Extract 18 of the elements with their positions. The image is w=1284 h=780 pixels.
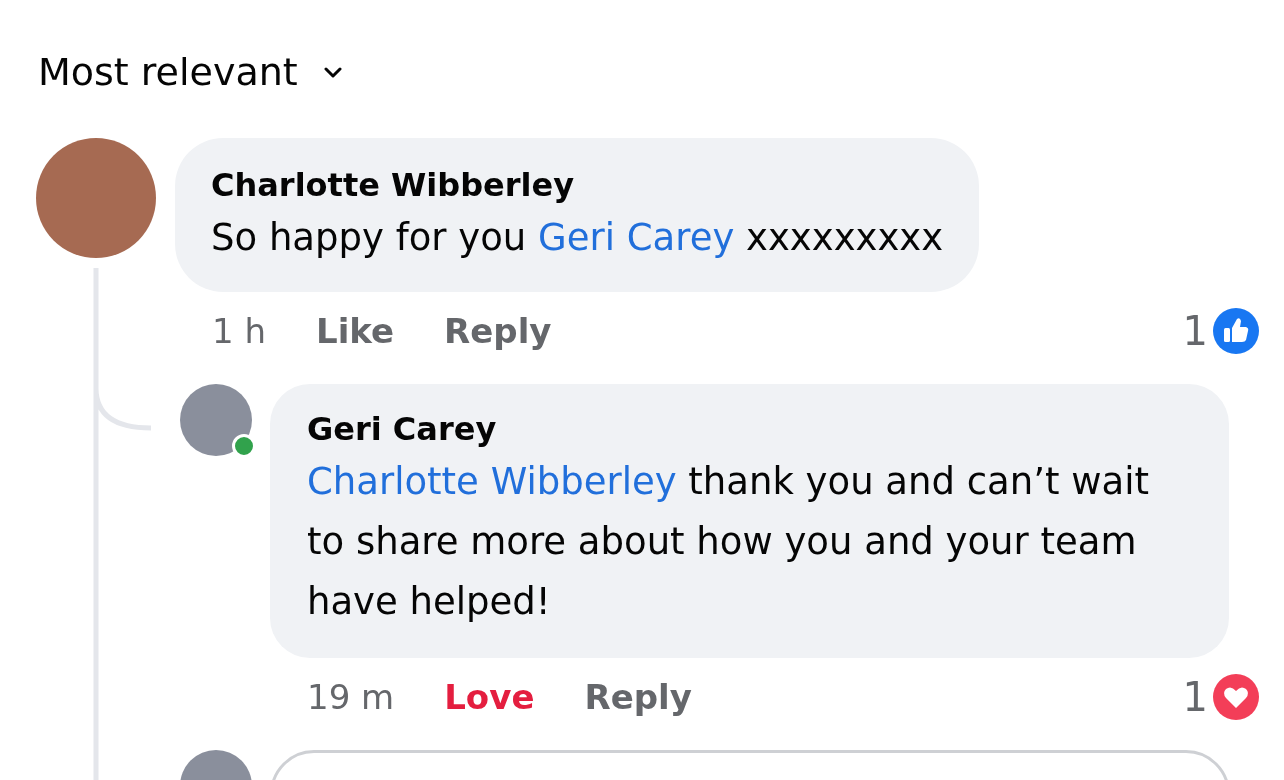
mention-link[interactable]: Charlotte Wibberley — [307, 460, 677, 503]
author-name[interactable]: Charlotte Wibberley — [211, 162, 944, 208]
sort-dropdown[interactable]: Most relevant — [36, 44, 342, 100]
comment-text: Charlotte Wibberley thank you and can’t wait to share more about how you and your team have helped! — [307, 459, 1150, 625]
react-link[interactable]: Love — [444, 672, 535, 722]
like-reaction-icon — [1212, 307, 1260, 355]
reply-link[interactable]: Reply — [444, 306, 552, 356]
author-name[interactable]: Geri Carey — [307, 406, 1191, 452]
reaction-count: 1 — [1182, 307, 1208, 356]
chevron-down-icon — [323, 66, 342, 78]
timestamp[interactable]: 19 m — [307, 672, 395, 722]
comment-text: So happy for you Geri Carey xxxxxxxxx — [211, 215, 944, 261]
reply-link[interactable]: Reply — [584, 672, 692, 722]
reaction-count: 1 — [1182, 673, 1208, 722]
react-link[interactable]: Like — [316, 306, 395, 356]
mention-link[interactable]: Geri Carey — [538, 216, 735, 259]
timestamp[interactable]: 1 h — [212, 306, 266, 356]
heart-reaction-icon — [1212, 673, 1260, 721]
